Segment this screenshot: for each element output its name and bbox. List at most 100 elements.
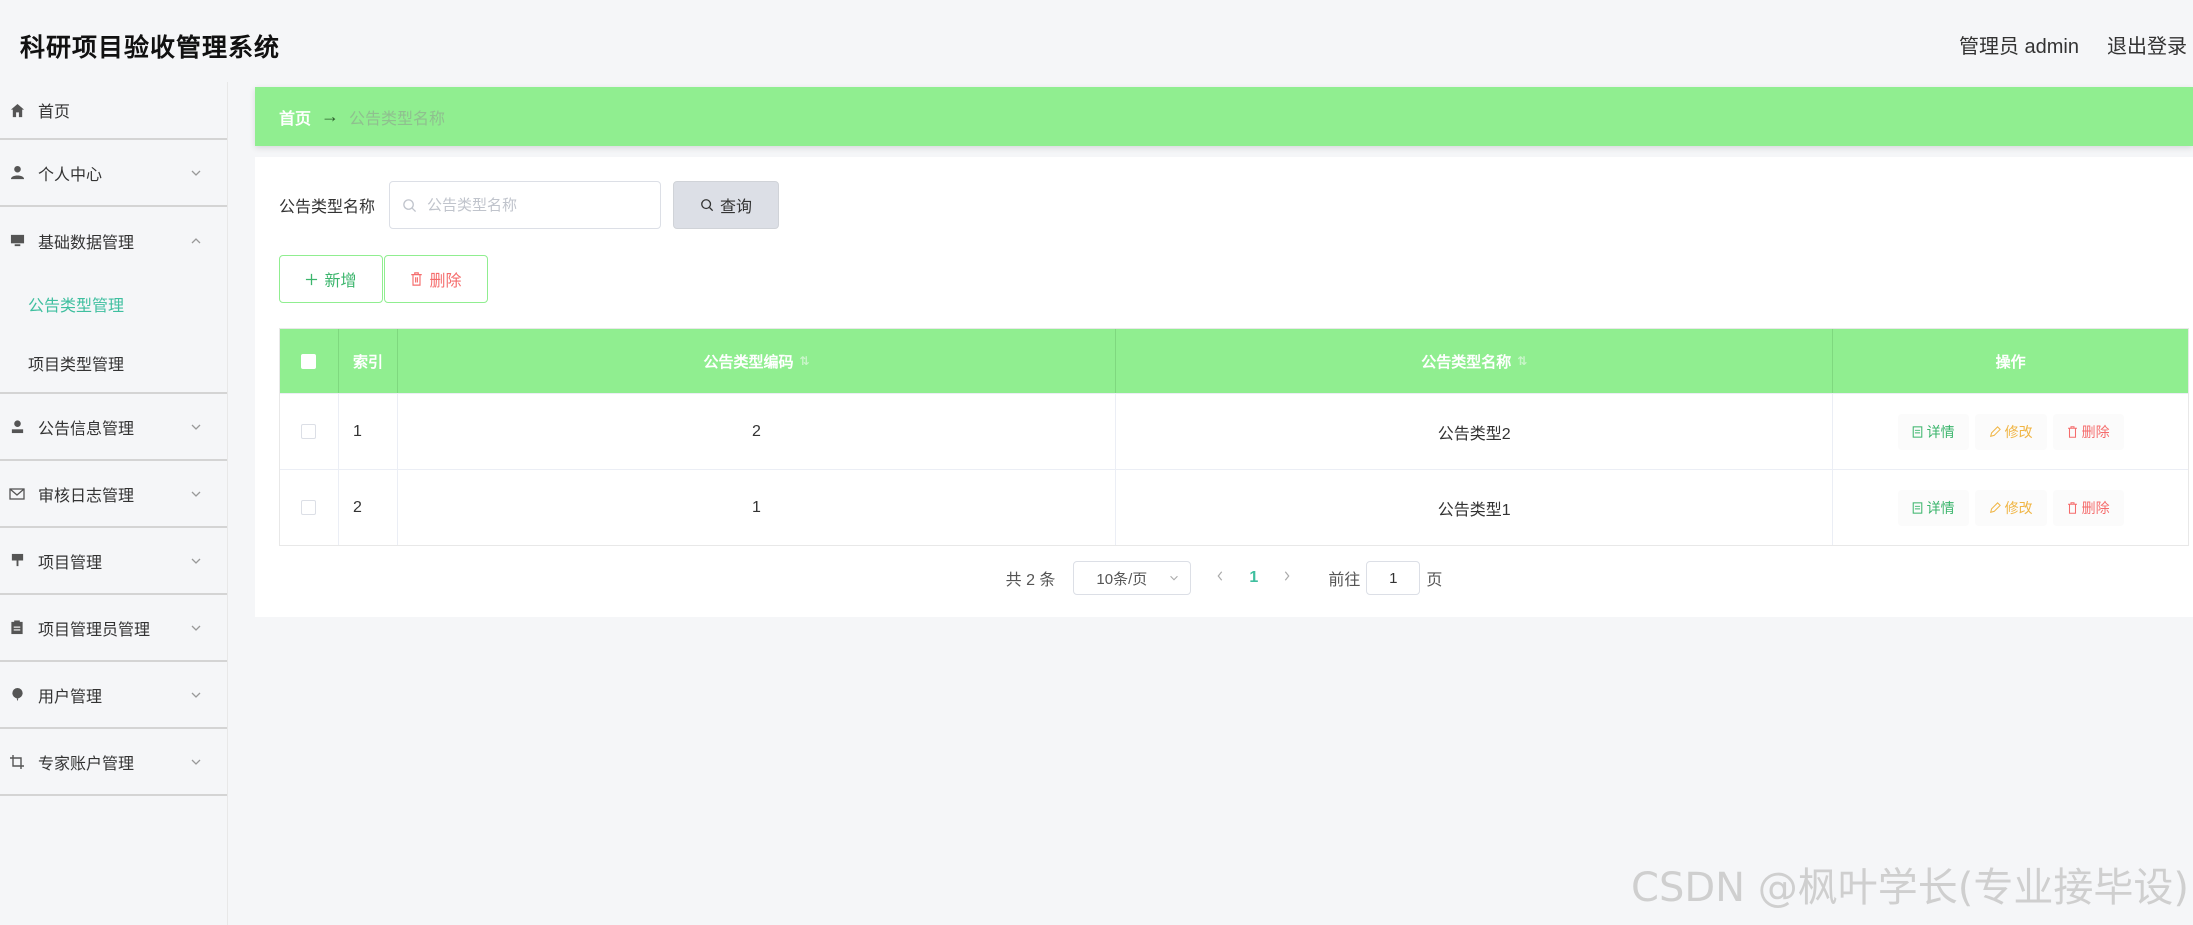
sidebar-item-label: 审核日志管理 (38, 487, 135, 505)
page-size-value: 10条/页 (1096, 570, 1148, 588)
column-header-label: 公告类型名称 (1421, 353, 1512, 371)
sidebar: 首页 个人中心 基础数据管理 公告类型管理 项目类型管理 公告信息管理 审核日志… (0, 82, 228, 925)
sidebar-item-personal-center[interactable]: 个人中心 (0, 140, 227, 207)
chevron-down-icon (191, 692, 201, 698)
page-number-current[interactable]: 1 (1249, 569, 1258, 587)
row-checkbox[interactable] (301, 424, 317, 439)
chevron-down-icon (191, 558, 201, 564)
add-button-label: 新增 (324, 273, 357, 290)
home-icon (8, 101, 26, 119)
edit-button[interactable]: 修改 (1974, 489, 2047, 526)
plus-icon (306, 273, 318, 285)
row-delete-button[interactable]: 删除 (2052, 489, 2124, 526)
action-buttons: 新增 删除 (279, 255, 488, 303)
edit-label: 修改 (2004, 499, 2033, 516)
sidebar-item-project-admin[interactable]: 项目管理员管理 (0, 595, 227, 662)
row-delete-button[interactable]: 删除 (2052, 413, 2124, 450)
add-button[interactable]: 新增 (279, 255, 383, 303)
select-all-checkbox[interactable] (301, 353, 317, 369)
current-user-label: 管理员 admin (1958, 36, 2079, 58)
goto-label: 前往 (1328, 572, 1361, 589)
row-select-cell (280, 394, 339, 469)
notice-type-table: 索引 公告类型编码 ⇅ 公告类型名称 ⇅ 操作 1 2 公告类型2 详情 修改 (279, 328, 2189, 546)
delete-button[interactable]: 删除 (384, 255, 488, 303)
row-name: 公告类型2 (1116, 394, 1834, 469)
chevron-down-icon (191, 625, 201, 631)
detail-label: 详情 (1926, 423, 1955, 440)
search-input[interactable] (427, 196, 648, 214)
pagination-total: 共 2 条 (1005, 572, 1056, 589)
trash-icon (411, 272, 423, 286)
crop-icon (8, 753, 26, 771)
search-label: 公告类型名称 (279, 199, 376, 216)
header-select-all[interactable] (280, 329, 339, 393)
trash-icon (2067, 425, 2077, 438)
chevron-down-icon (191, 170, 201, 176)
sidebar-submenu-basic-data: 公告类型管理 项目类型管理 (0, 274, 227, 394)
chevron-right-icon (1285, 571, 1290, 581)
top-header: 科研项目验收管理系统 管理员 admin 退出登录 (0, 4, 2193, 82)
row-checkbox[interactable] (301, 500, 317, 515)
edit-icon (1989, 501, 2001, 513)
logout-link[interactable]: 退出登录 (2107, 30, 2187, 59)
document-icon (1912, 501, 1922, 514)
sidebar-item-home[interactable]: 首页 (0, 82, 227, 140)
watermark: CSDN @枫叶学长(专业接毕设) (1631, 865, 2189, 911)
row-code: 2 (398, 394, 1117, 469)
document-icon (1912, 425, 1922, 438)
row-name: 公告类型1 (1116, 470, 1834, 545)
sidebar-item-label: 首页 (38, 104, 71, 121)
prev-page-button[interactable] (1215, 569, 1225, 587)
clipboard-icon (8, 619, 26, 637)
sidebar-item-label: 专家账户管理 (38, 755, 135, 773)
next-page-button[interactable] (1282, 569, 1292, 587)
row-index: 1 (339, 394, 398, 469)
delete-button-label: 删除 (429, 273, 462, 290)
sidebar-item-notice-type[interactable]: 公告类型管理 (0, 274, 227, 333)
trash-icon (2067, 501, 2077, 514)
query-button[interactable]: 查询 (673, 181, 780, 229)
column-header: 索引 (339, 329, 398, 393)
sort-icon[interactable]: ⇅ (799, 354, 809, 368)
balloon-icon (8, 686, 26, 704)
table-header: 索引 公告类型编码 ⇅ 公告类型名称 ⇅ 操作 (280, 329, 2188, 393)
detail-button[interactable]: 详情 (1897, 489, 1969, 526)
query-button-label: 查询 (720, 199, 753, 216)
sort-icon[interactable]: ⇅ (1517, 354, 1527, 368)
breadcrumb-arrow-icon: → (321, 106, 340, 126)
page-size-select[interactable]: 10条/页 (1073, 561, 1192, 595)
table-row: 2 1 公告类型1 详情 修改 删除 (280, 469, 2188, 545)
row-actions: 详情 修改 删除 (1833, 470, 2188, 545)
chevron-down-icon (191, 491, 201, 497)
row-select-cell (280, 470, 339, 545)
column-header: 操作 (1995, 353, 2026, 371)
column-header-code[interactable]: 公告类型编码 ⇅ (398, 329, 1117, 393)
search-form: 公告类型名称 查询 (279, 181, 780, 229)
row-delete-label: 删除 (2081, 499, 2110, 516)
sidebar-item-user[interactable]: 用户管理 (0, 662, 227, 729)
chevron-down-icon (191, 424, 201, 430)
sidebar-item-audit-log[interactable]: 审核日志管理 (0, 461, 227, 528)
stamp-icon (8, 552, 26, 570)
breadcrumb: 首页 → 公告类型名称 (255, 87, 2193, 146)
sidebar-item-basic-data[interactable]: 基础数据管理 (0, 207, 227, 274)
row-code: 1 (398, 470, 1117, 545)
edit-button[interactable]: 修改 (1974, 413, 2047, 450)
goto-page-input[interactable] (1366, 561, 1421, 595)
sidebar-item-expert-account[interactable]: 专家账户管理 (0, 729, 227, 796)
sidebar-item-project[interactable]: 项目管理 (0, 528, 227, 595)
sidebar-item-label: 基础数据管理 (38, 234, 135, 252)
sidebar-item-notice-info[interactable]: 公告信息管理 (0, 394, 227, 461)
column-header-name[interactable]: 公告类型名称 ⇅ (1116, 329, 1834, 393)
sidebar-item-label: 项目管理员管理 (38, 621, 151, 639)
detail-button[interactable]: 详情 (1897, 413, 1969, 450)
search-input-wrapper[interactable] (389, 181, 662, 229)
user-icon (8, 164, 26, 182)
chevron-down-icon (191, 759, 201, 765)
edit-label: 修改 (2004, 423, 2033, 440)
search-icon (403, 198, 417, 212)
pagination: 共 2 条 10条/页 1 前往 页 (255, 560, 2193, 596)
breadcrumb-home-link[interactable]: 首页 (279, 105, 311, 129)
row-delete-label: 删除 (2081, 423, 2110, 440)
sidebar-item-project-type[interactable]: 项目类型管理 (0, 333, 227, 392)
